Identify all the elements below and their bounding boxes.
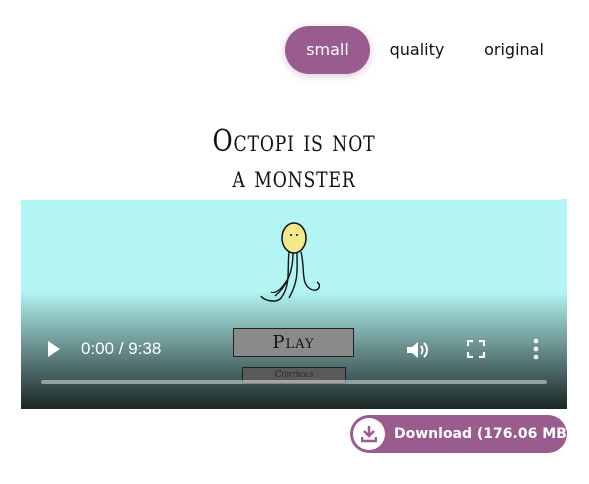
play-icon[interactable] xyxy=(47,340,61,358)
volume-icon[interactable] xyxy=(405,339,429,361)
progress-bar[interactable] xyxy=(41,380,547,384)
download-button[interactable]: Download (176.06 MBs) xyxy=(350,415,582,453)
download-label: Download (176.06 MBs) xyxy=(394,426,582,442)
fullscreen-icon[interactable] xyxy=(467,340,485,358)
skyline-decoration xyxy=(21,199,567,211)
tab-small[interactable]: small xyxy=(285,26,370,74)
tab-original[interactable]: original xyxy=(475,26,553,74)
video-player[interactable]: Play Controls 0:00 / 9:38 xyxy=(21,200,567,409)
game-play-button[interactable]: Play xyxy=(233,328,354,357)
download-icon-circle xyxy=(353,418,385,450)
time-display: 0:00 / 9:38 xyxy=(81,339,162,358)
more-options-icon[interactable] xyxy=(532,338,540,360)
game-title: Octopi is not a monster xyxy=(212,124,376,195)
tab-quality[interactable]: quality xyxy=(377,26,457,74)
download-icon xyxy=(361,426,377,443)
